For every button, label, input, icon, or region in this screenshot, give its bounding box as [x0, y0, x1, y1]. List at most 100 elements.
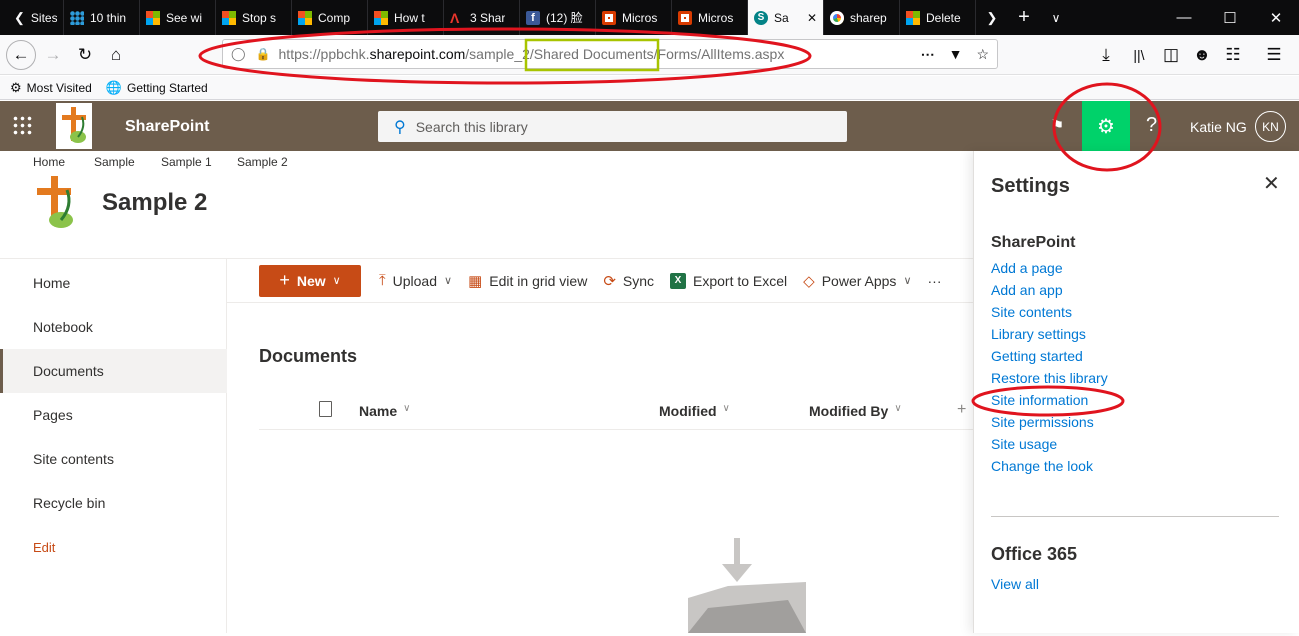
column-modified[interactable]: Modified ∨ — [659, 403, 730, 419]
extension-icon[interactable]: ☷ — [1220, 42, 1246, 68]
library-icon[interactable]: ||\ — [1126, 42, 1152, 68]
nav-label: Recycle bin — [33, 495, 106, 511]
nav-item-site-contents[interactable]: Site contents — [0, 437, 227, 481]
tab-label: Micros — [698, 10, 734, 25]
sidebar-icon[interactable]: ◫ — [1158, 42, 1184, 68]
chevron-down-icon: ∨ — [403, 403, 411, 414]
ellipsis-icon: ··· — [927, 272, 942, 289]
tab-scroll-right-icon[interactable]: ❯ — [976, 10, 1008, 26]
power-apps-button[interactable]: ◇ Power Apps ∨ — [803, 272, 911, 290]
browser-tab-active[interactable]: S Sa ✕ — [748, 0, 824, 35]
forward-button[interactable]: → — [40, 42, 66, 68]
help-icon[interactable]: ? — [1146, 114, 1157, 137]
tab-label: sharep — [850, 10, 887, 25]
browser-tab-strip: ❮ Sites v 10 thin See wi Stop s Comp How… — [0, 0, 1299, 35]
sync-button[interactable]: ⟳ Sync — [603, 272, 654, 290]
browser-tab[interactable]: Λ 3 Shar — [444, 0, 520, 35]
nav-item-home[interactable]: Home — [0, 261, 227, 305]
settings-link-restore-library[interactable]: Restore this library — [991, 370, 1108, 386]
tab-label: Sa — [774, 10, 789, 25]
tab-label: Micros — [622, 10, 658, 25]
grid-label: Edit in grid view — [489, 272, 588, 289]
tab-list-chevron-down-icon[interactable]: ∨ — [1040, 11, 1072, 25]
pocket-icon[interactable]: ▼ — [949, 46, 963, 62]
breadcrumb-item[interactable]: Sample 2 — [237, 155, 288, 169]
settings-link-library-settings[interactable]: Library settings — [991, 326, 1086, 342]
browser-tab[interactable]: Micros — [672, 0, 748, 35]
settings-link-site-contents[interactable]: Site contents — [991, 304, 1072, 320]
chevron-down-icon: ∨ — [894, 403, 902, 414]
search-box[interactable]: ⚲ Search this library — [378, 111, 847, 142]
new-tab-icon[interactable]: + — [1008, 6, 1040, 29]
megaphone-icon[interactable]: ⚑ — [1050, 116, 1064, 136]
user-name[interactable]: Katie NG — [1190, 119, 1247, 135]
column-modified-by[interactable]: Modified By ∨ — [809, 403, 902, 419]
browser-tab[interactable]: sharep — [824, 0, 900, 35]
close-icon[interactable]: ✕ — [1263, 171, 1280, 196]
maximize-window-icon[interactable]: ☐ — [1207, 9, 1253, 27]
google-logo-icon — [830, 10, 844, 25]
sharepoint-suite-bar: SharePoint ⚲ Search this library ⚑ ⚙ ? K… — [0, 101, 1299, 151]
upload-button[interactable]: ⤒ Upload ∨ — [379, 272, 452, 289]
tab-label: (12) 脸 — [546, 11, 583, 25]
export-excel-button[interactable]: X Export to Excel — [670, 272, 787, 289]
breadcrumb-item[interactable]: Sample 1 — [161, 155, 212, 169]
site-title: Sample 2 — [102, 189, 208, 216]
bookmark-most-visited[interactable]: ⚙ Most Visited — [10, 80, 92, 96]
menu-hamburger-icon[interactable]: ☰ — [1261, 42, 1287, 68]
settings-link-add-page[interactable]: Add a page — [991, 260, 1063, 276]
browser-tab[interactable]: See wi — [140, 0, 216, 35]
add-column-icon[interactable]: + — [957, 401, 966, 419]
settings-link-getting-started[interactable]: Getting started — [991, 348, 1083, 364]
edit-grid-view-button[interactable]: ▦ Edit in grid view — [468, 272, 587, 290]
breadcrumb-item[interactable]: Sample — [94, 155, 135, 169]
browser-tab[interactable]: Comp — [292, 0, 368, 35]
bookmark-getting-started[interactable]: 🌐 Getting Started — [106, 80, 208, 96]
site-logo[interactable] — [56, 103, 92, 149]
settings-link-site-permissions[interactable]: Site permissions — [991, 414, 1094, 430]
new-button[interactable]: + New ∨ — [259, 264, 361, 297]
download-icon[interactable]: ⤓ — [1093, 42, 1119, 68]
nav-item-documents[interactable]: Documents — [0, 349, 227, 393]
more-commands-button[interactable]: ··· — [928, 273, 942, 289]
close-window-icon[interactable]: ✕ — [1253, 9, 1299, 27]
browser-tab[interactable]: How t — [368, 0, 444, 35]
minimize-window-icon[interactable]: — — [1161, 9, 1207, 26]
reload-button[interactable]: ↻ — [72, 42, 98, 68]
url-path-b: 2/Shared Documents — [522, 46, 654, 62]
app-launcher-waffle-icon[interactable] — [12, 115, 32, 135]
settings-link-change-look[interactable]: Change the look — [991, 458, 1093, 474]
address-bar[interactable]: ◯ 🔒 https://ppbchk. sharepoint.com/sample… — [222, 39, 998, 69]
nav-edit-link[interactable]: Edit — [0, 525, 227, 569]
nav-item-pages[interactable]: Pages — [0, 393, 227, 437]
back-button[interactable]: ← — [6, 40, 36, 70]
file-type-icon[interactable] — [319, 401, 332, 417]
settings-link-site-usage[interactable]: Site usage — [991, 436, 1057, 452]
breadcrumb-item[interactable]: Home — [33, 155, 65, 169]
settings-link-site-information[interactable]: Site information — [991, 392, 1088, 408]
close-tab-icon[interactable]: ✕ — [807, 11, 817, 25]
browser-tab[interactable]: 10 thin — [64, 0, 140, 35]
site-logo-large[interactable] — [31, 172, 81, 236]
browser-tab[interactable]: Delete — [900, 0, 976, 35]
chevron-down-icon: ∨ — [332, 275, 341, 287]
nav-label: Edit — [33, 539, 56, 555]
avatar[interactable]: KN — [1255, 111, 1286, 142]
browser-tab[interactable]: Stop s — [216, 0, 292, 35]
settings-button[interactable]: ⚙ — [1082, 101, 1130, 151]
browser-tab[interactable]: Micros — [596, 0, 672, 35]
settings-link-add-app[interactable]: Add an app — [991, 282, 1063, 298]
nav-item-recycle-bin[interactable]: Recycle bin — [0, 481, 227, 525]
chevron-down-icon: ∨ — [722, 403, 730, 414]
account-icon[interactable]: ☻ — [1189, 42, 1215, 68]
page-actions-ellipsis-icon[interactable]: ⋯ — [921, 46, 935, 63]
bookmark-star-icon[interactable]: ☆ — [976, 46, 989, 63]
home-button[interactable]: ⌂ — [103, 42, 129, 68]
browser-tab[interactable]: f (12) 脸 — [520, 0, 596, 35]
browser-tab[interactable]: ❮ Sites v — [0, 0, 64, 35]
microsoft-logo-icon — [374, 10, 388, 25]
column-name[interactable]: Name ∨ — [359, 403, 410, 419]
nav-item-notebook[interactable]: Notebook — [0, 305, 227, 349]
settings-link-view-all[interactable]: View all — [991, 576, 1039, 592]
app-name[interactable]: SharePoint — [125, 118, 209, 136]
